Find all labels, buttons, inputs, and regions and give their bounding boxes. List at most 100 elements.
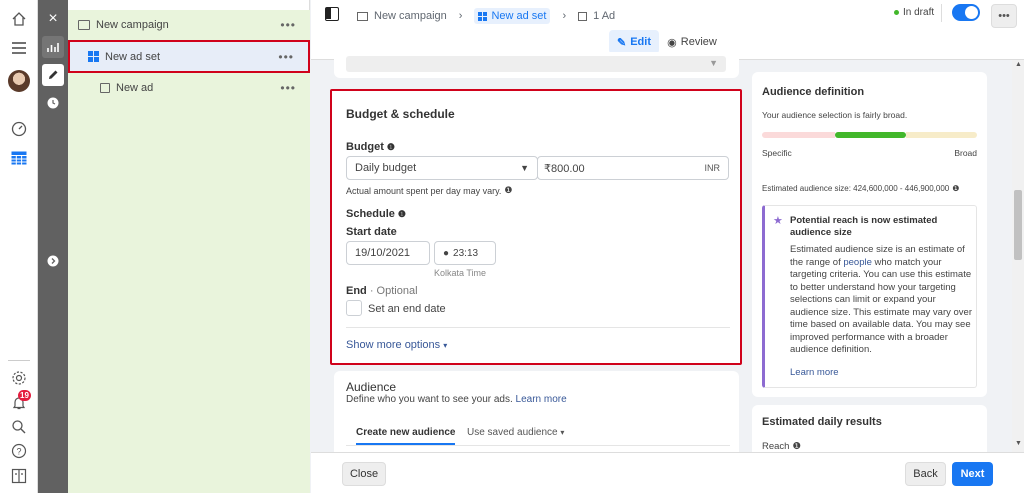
more-icon[interactable]: •••	[280, 81, 296, 95]
previous-section: ▼	[334, 52, 739, 78]
eye-icon: ◉	[667, 36, 677, 49]
start-date-input[interactable]: 19/10/2021	[346, 241, 430, 265]
end-label: End · Optional	[346, 285, 418, 297]
avatar[interactable]	[7, 70, 31, 92]
budget-note: Actual amount spent per day may vary. ❶	[346, 185, 513, 196]
ad-icon	[578, 11, 588, 21]
tab-use-saved-audience[interactable]: Use saved audience ▾	[467, 427, 564, 438]
tree-item-label: New campaign	[96, 19, 169, 31]
bell-icon[interactable]: 19	[7, 390, 31, 414]
gauge-broad-label: Broad	[954, 148, 977, 158]
budget-type-select[interactable]: Daily budget ▼	[346, 156, 538, 180]
pencil-icon[interactable]	[42, 64, 64, 86]
next-button[interactable]: Next	[952, 462, 993, 486]
tree-item-label: New ad	[116, 82, 154, 94]
table-icon[interactable]	[7, 147, 31, 169]
hamburger-icon[interactable]	[7, 37, 31, 59]
schedule-label: Schedule ❶	[346, 208, 406, 220]
tree-background	[68, 103, 310, 493]
close-icon[interactable]: ×	[42, 8, 64, 30]
more-actions-button[interactable]: •••	[991, 4, 1017, 28]
scrollbar[interactable]: ▲ ▼	[1012, 60, 1024, 452]
info-icon[interactable]: ❶	[792, 441, 801, 452]
bottom-bar: Close Back Next	[311, 452, 1024, 493]
clock-icon: ●	[443, 247, 450, 259]
question-icon[interactable]: ?	[7, 440, 31, 462]
start-time-input[interactable]: ● 23:13	[434, 241, 496, 265]
tip-body: Estimated audience size is an estimate o…	[790, 244, 972, 355]
budget-amount-input[interactable]: ₹800.00 INR	[537, 156, 729, 180]
people-link[interactable]: people	[843, 257, 872, 268]
gear-icon[interactable]	[7, 367, 31, 389]
divider	[346, 327, 730, 328]
divider	[8, 360, 30, 361]
columns-icon[interactable]	[7, 465, 31, 487]
draft-status: In draft	[894, 7, 934, 18]
scroll-up-icon[interactable]: ▲	[1015, 61, 1022, 68]
show-more-options-link[interactable]: Show more options ▾	[346, 339, 447, 351]
top-bar: New campaign › New ad set › 1 Ad In draf…	[311, 0, 1024, 60]
info-icon[interactable]: ❶	[398, 209, 406, 220]
learn-more-link[interactable]: Learn more	[516, 394, 567, 405]
folder-icon	[78, 20, 90, 30]
chevron-right-icon: ›	[562, 10, 567, 22]
learn-more-link[interactable]: Learn more	[790, 367, 839, 378]
pencil-icon: ✎	[617, 36, 627, 49]
ad-icon	[100, 83, 110, 93]
reach-label: Reach ❶	[762, 441, 801, 452]
audience-description: Define who you want to see your ads. Lea…	[346, 394, 567, 405]
breadcrumb-ad[interactable]: 1 Ad	[593, 10, 615, 22]
adset-grid-icon	[88, 51, 99, 62]
info-icon[interactable]: ❶	[952, 184, 959, 193]
chevron-down-icon: ▼	[709, 58, 718, 68]
search-icon[interactable]	[7, 416, 31, 438]
daily-results-card: Estimated daily results Reach ❶	[752, 405, 987, 452]
gauge-specific-label: Specific	[762, 148, 792, 158]
scrollbar-thumb[interactable]	[1014, 190, 1022, 260]
tree-item-label: New ad set	[105, 50, 161, 63]
sidebar-toggle-icon[interactable]	[325, 7, 339, 21]
collapsed-field: ▼	[346, 56, 726, 72]
info-icon[interactable]: ❶	[504, 185, 512, 196]
svg-text:?: ?	[16, 447, 21, 457]
breadcrumb-adset-label: New ad set	[491, 10, 547, 22]
breadcrumb-adset[interactable]: New ad set	[474, 8, 551, 24]
section-title: Audience	[346, 380, 397, 394]
end-date-checkbox-label: Set an end date	[368, 303, 446, 315]
tab-create-new-audience[interactable]: Create new audience	[356, 427, 456, 445]
section-title: Budget & schedule	[346, 107, 455, 121]
chart-icon[interactable]	[42, 36, 64, 58]
info-icon[interactable]: ❶	[387, 142, 395, 153]
tool-strip: ×	[38, 0, 68, 493]
start-date-label: Start date	[346, 226, 397, 238]
budget-schedule-section: Budget & schedule Budget ❶ Daily budget ▼…	[330, 89, 742, 365]
status-text: In draft	[903, 7, 935, 18]
review-tab-label: Review	[680, 36, 717, 48]
gauge-icon[interactable]	[7, 118, 31, 140]
timezone-label: Kolkata Time	[434, 268, 487, 278]
campaign-tree: New campaign ••• New ad set ••• New ad •…	[68, 0, 310, 493]
close-button[interactable]: Close	[342, 462, 386, 486]
more-icon[interactable]: •••	[280, 18, 296, 32]
star-icon: ★	[773, 215, 783, 227]
audience-definition-card: Audience definition Your audience select…	[752, 72, 987, 397]
end-date-checkbox[interactable]	[346, 300, 362, 316]
card-title: Estimated daily results	[762, 416, 882, 428]
draft-toggle[interactable]	[952, 4, 980, 21]
expand-icon[interactable]	[42, 250, 64, 272]
notification-badge: 19	[18, 390, 31, 401]
tip-title: Potential reach is now estimated audienc…	[790, 215, 938, 238]
edit-tab-label: Edit	[630, 36, 651, 48]
tree-item-campaign[interactable]: New campaign •••	[68, 10, 310, 40]
edit-tab[interactable]: ✎ Edit	[609, 30, 659, 54]
tree-item-adset[interactable]: New ad set •••	[68, 40, 310, 73]
breadcrumb-campaign[interactable]: New campaign	[374, 10, 447, 22]
back-button[interactable]: Back	[905, 462, 946, 486]
reach-tip-box: ★ Potential reach is now estimated audie…	[762, 205, 977, 388]
review-tab[interactable]: ◉ Review	[665, 30, 719, 54]
scroll-down-icon[interactable]: ▼	[1015, 440, 1022, 447]
home-icon[interactable]	[7, 8, 31, 30]
clock-icon[interactable]	[42, 92, 64, 114]
tree-item-ad[interactable]: New ad •••	[68, 73, 310, 103]
more-icon[interactable]: •••	[278, 50, 294, 64]
